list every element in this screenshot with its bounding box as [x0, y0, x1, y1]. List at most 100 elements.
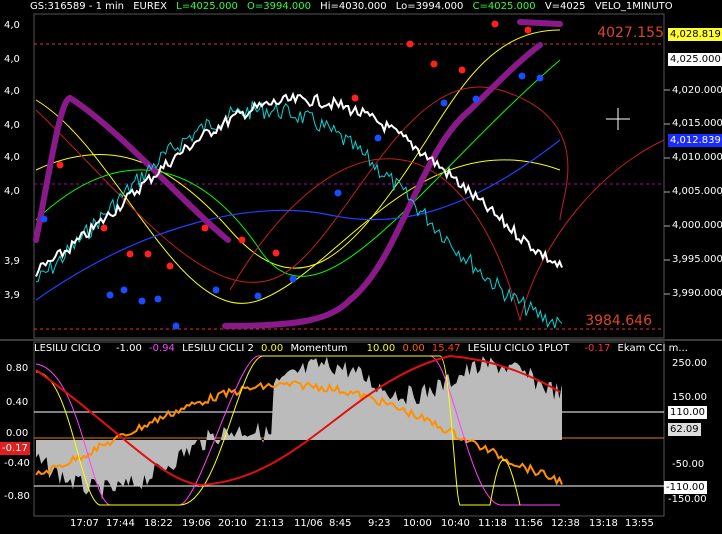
ind-left-label: 0.80 — [6, 363, 29, 374]
highlight-price-box: 4,028.819 — [668, 28, 722, 41]
ind2-name: LESILU CICLI 2 — [182, 343, 254, 354]
ind2-val: 0.00 — [261, 343, 284, 354]
ind-left-label: 0.00 — [6, 428, 29, 439]
price-right-label: 4,015.000 — [672, 118, 722, 129]
price-left-label: 4,0 — [4, 186, 20, 197]
red-dot — [272, 249, 280, 257]
blue-dot — [472, 95, 480, 103]
lower-level-label: 3984.646 — [585, 313, 652, 329]
chart-header: GS:316589 - 1 min EUREX L=4025.000 O=399… — [0, 1, 679, 12]
chart-canvas[interactable] — [0, 0, 722, 534]
price-left-label: 4,0 — [4, 86, 20, 97]
time-label: 18:22 — [144, 518, 173, 529]
price-right-label: 4,020.000 — [672, 85, 722, 96]
red-dot — [100, 224, 108, 232]
red-dot — [126, 250, 134, 258]
close-label: C=4025.000 — [472, 1, 536, 12]
time-label: 17:44 — [106, 518, 135, 529]
time-label: 9:23 — [368, 518, 391, 529]
ind1-name: LESILU CICLO — [34, 343, 101, 354]
purple-band — [33, 94, 231, 243]
blue-dot — [289, 275, 297, 283]
blue-dot — [518, 72, 526, 80]
price-right-label: 4,005.000 — [672, 186, 722, 197]
symbol-label: GS:316589 - 1 min — [30, 1, 125, 12]
time-label: 11:56 — [514, 518, 543, 529]
high-label: Hi=4030.000 — [320, 1, 387, 12]
price-pane-frame — [33, 13, 665, 339]
ind-box-62: 62.09 — [668, 423, 701, 436]
red-dot — [458, 66, 466, 74]
red-dot — [166, 262, 174, 270]
time-label: 12:38 — [551, 518, 580, 529]
ind-right-label: -50.00 — [672, 459, 705, 470]
red-dot — [201, 224, 209, 232]
time-label: 10:00 — [403, 518, 432, 529]
red-dot — [491, 20, 499, 28]
price-right-label: 3,995.000 — [672, 254, 722, 265]
ind3-val-b: 0.00 — [402, 343, 425, 354]
blue-dot — [254, 292, 262, 300]
ind-left-label: -0.80 — [4, 491, 30, 502]
green-curve — [35, 59, 561, 277]
price-left-label: 3,9 — [4, 256, 20, 267]
red-dot — [238, 236, 246, 244]
ind3-val-c: 15.47 — [431, 343, 461, 354]
yellow-curve-2 — [35, 29, 561, 269]
ind3-val-a: 10.00 — [366, 343, 396, 354]
red-dot — [524, 26, 532, 34]
ind4-val: -0.17 — [584, 343, 611, 354]
ind3-name: Momentum — [290, 343, 348, 354]
low-label: L=4025.000 — [176, 1, 238, 12]
blue-dot — [536, 74, 544, 82]
time-label: 17:07 — [70, 518, 99, 529]
time-label: 8:45 — [329, 518, 352, 529]
open-label: O=3994.000 — [247, 1, 311, 12]
volume-label: V=4025 — [544, 1, 586, 12]
blue-dot — [374, 134, 382, 142]
price-right-label: 4,000.000 — [672, 220, 722, 231]
blue-dot — [212, 286, 220, 294]
blue-dot — [138, 297, 146, 305]
blue-dot — [40, 215, 48, 223]
ind-left-label: -0.40 — [4, 458, 30, 469]
exchange-label: EUREX — [133, 1, 167, 12]
time-label: 13:18 — [589, 518, 618, 529]
ind-left-marker: -0.17 — [0, 442, 30, 455]
price-left-label: 4,0 — [4, 20, 20, 31]
ind1-val-a: -1.00 — [115, 343, 142, 354]
ind-left-label: 0.40 — [6, 397, 29, 408]
purple-band-3 — [517, 19, 563, 27]
blue-dot — [120, 286, 128, 294]
blue-dot — [334, 189, 342, 197]
upper-level-label: 4027.155 — [597, 25, 664, 41]
price-left-label: 4,0 — [4, 54, 20, 65]
blue-dot — [440, 99, 448, 107]
price-right-label: 4,010.000 — [672, 152, 722, 163]
ind-right-label: -150.00 — [668, 494, 707, 505]
study-label: VELO_1MINUTO — [594, 1, 673, 12]
price-left-label: 3,9 — [4, 290, 20, 301]
time-label: 11/06 — [294, 518, 323, 529]
red-dot — [406, 40, 414, 48]
ind-box-neg110: -110.00 — [664, 481, 707, 494]
price-line — [35, 91, 563, 277]
price-left-label: 4,0 — [4, 120, 20, 131]
time-label: 10:40 — [441, 518, 470, 529]
red-dot — [430, 60, 438, 68]
red-dot — [351, 94, 359, 102]
lo-label: Lo=3994.000 — [395, 1, 464, 12]
time-label: 13:55 — [625, 518, 654, 529]
blue-dot — [172, 322, 180, 330]
ind4-name: LESILU CICLO 1PLOT — [467, 343, 570, 354]
momentum-area — [36, 356, 562, 500]
price-left-label: 4,0 — [4, 152, 20, 163]
time-label: 21:13 — [255, 518, 284, 529]
ind-right-label: 150.00 — [672, 392, 707, 403]
ind1-val-b: -0.94 — [149, 343, 175, 354]
blue-dot — [106, 291, 114, 299]
ind5-name: Ekam CCI m... — [617, 343, 688, 354]
blue-dot — [154, 295, 162, 303]
red-curve-2 — [229, 139, 665, 322]
time-label: 20:10 — [218, 518, 247, 529]
